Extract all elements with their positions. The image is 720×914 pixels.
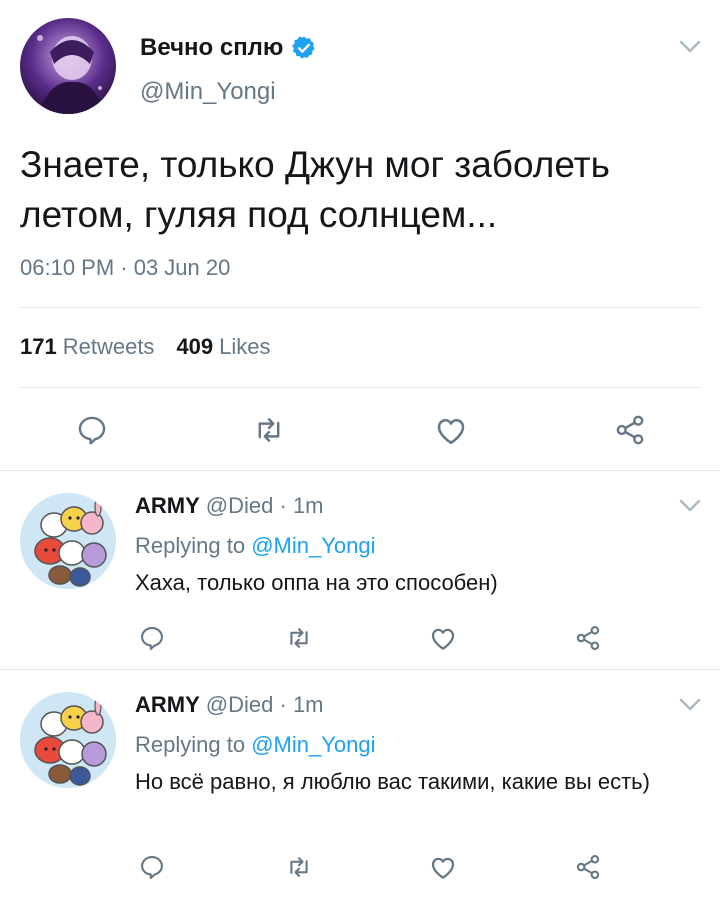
like-icon bbox=[433, 412, 469, 448]
share-icon bbox=[573, 623, 603, 653]
avatar[interactable] bbox=[20, 692, 116, 788]
share-icon bbox=[612, 412, 648, 448]
reply-time: · 1m bbox=[279, 493, 324, 518]
reply-header: ARMY @Died · 1m bbox=[135, 493, 324, 519]
retweet-icon bbox=[285, 624, 313, 652]
reply-header: ARMY @Died · 1m bbox=[135, 692, 324, 718]
reply-icon bbox=[138, 853, 166, 881]
reply-text: Хаха, только оппа на это способен) bbox=[135, 570, 498, 595]
tweet-text: Знаете, только Джун мог заболеть летом, … bbox=[20, 144, 610, 235]
reply-button[interactable] bbox=[135, 621, 169, 655]
replying-to: Replying to @Min_Yongi bbox=[135, 533, 375, 559]
main-tweet: Вечно сплю @Min_Yongi Знаете, только Джу… bbox=[0, 0, 720, 471]
like-button[interactable] bbox=[431, 410, 471, 450]
like-icon bbox=[428, 852, 458, 882]
like-button[interactable] bbox=[426, 850, 460, 884]
reply-tweet[interactable]: ARMY @Died · 1m Replying to @Min_Yongi Ха… bbox=[0, 471, 720, 670]
share-button[interactable] bbox=[610, 410, 650, 450]
verified-badge-icon bbox=[291, 35, 317, 61]
like-button[interactable] bbox=[426, 621, 460, 655]
likes-label: Likes bbox=[219, 334, 271, 359]
handle[interactable]: @Min_Yongi bbox=[140, 78, 276, 106]
likes-stat[interactable]: 409 Likes bbox=[176, 334, 270, 360]
retweet-icon bbox=[252, 413, 286, 447]
tweet-stats: 171 Retweets 409 Likes bbox=[20, 334, 271, 360]
reply-handle[interactable]: @Died bbox=[206, 493, 274, 518]
share-icon bbox=[573, 852, 603, 882]
avatar[interactable] bbox=[20, 493, 116, 589]
reply-display-name[interactable]: ARMY bbox=[135, 493, 200, 518]
likes-count: 409 bbox=[176, 334, 214, 359]
reply-display-name[interactable]: ARMY bbox=[135, 692, 200, 717]
reply-button[interactable] bbox=[135, 850, 169, 884]
reply-icon bbox=[138, 624, 166, 652]
retweet-icon bbox=[285, 853, 313, 881]
replying-mention[interactable]: @Min_Yongi bbox=[251, 533, 375, 558]
replying-to: Replying to @Min_Yongi bbox=[135, 732, 375, 758]
divider bbox=[20, 307, 700, 308]
reply-icon bbox=[75, 413, 109, 447]
divider bbox=[20, 387, 700, 388]
reply-time: · 1m bbox=[279, 692, 324, 717]
chevron-down-icon[interactable] bbox=[679, 40, 701, 54]
reply-handle[interactable]: @Died bbox=[206, 692, 274, 717]
replying-prefix: Replying to bbox=[135, 533, 246, 558]
retweet-button[interactable] bbox=[249, 410, 289, 450]
reply-button[interactable] bbox=[72, 410, 112, 450]
retweet-button[interactable] bbox=[282, 621, 316, 655]
share-button[interactable] bbox=[571, 621, 605, 655]
replying-mention[interactable]: @Min_Yongi bbox=[251, 732, 375, 757]
retweets-stat[interactable]: 171 Retweets bbox=[20, 334, 154, 360]
retweets-count: 171 bbox=[20, 334, 57, 359]
chevron-down-icon[interactable] bbox=[679, 698, 701, 712]
avatar[interactable] bbox=[20, 18, 116, 114]
replying-prefix: Replying to bbox=[135, 732, 246, 757]
timestamp: 06:10 PM · 03 Jun 20 bbox=[20, 255, 231, 280]
retweets-label: Retweets bbox=[62, 334, 155, 359]
display-name-text: Вечно сплю bbox=[140, 34, 284, 61]
chevron-down-icon[interactable] bbox=[679, 499, 701, 513]
like-icon bbox=[428, 623, 458, 653]
reply-text: Но всё равно, я люблю вас такими, какие … bbox=[135, 769, 650, 794]
reply-tweet[interactable]: ARMY @Died · 1m Replying to @Min_Yongi Но… bbox=[0, 670, 720, 914]
share-button[interactable] bbox=[571, 850, 605, 884]
retweet-button[interactable] bbox=[282, 850, 316, 884]
display-name[interactable]: Вечно сплю bbox=[140, 34, 317, 62]
